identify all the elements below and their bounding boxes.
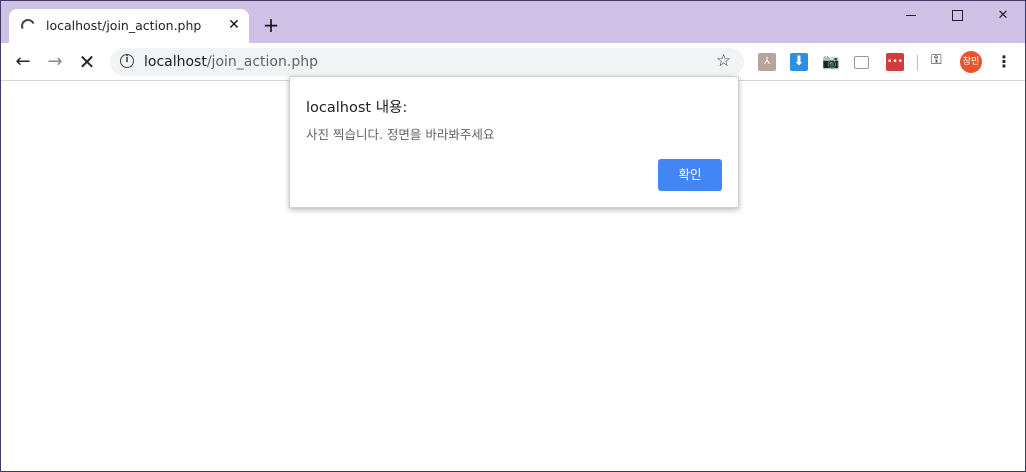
url-path: /join_action.php xyxy=(206,54,318,70)
ok-button[interactable]: 확인 xyxy=(658,159,722,191)
password-key-icon[interactable]: ⚿ xyxy=(931,52,942,68)
pdf-extension-icon[interactable]: ⅄ xyxy=(758,53,776,71)
loading-spinner-icon xyxy=(19,17,37,35)
bookmark-star-icon[interactable]: ☆ xyxy=(716,51,731,71)
forward-button[interactable]: → xyxy=(42,49,68,75)
maximize-button[interactable] xyxy=(934,5,980,27)
address-bar[interactable]: i localhost/join_action.php ☆ xyxy=(110,48,744,76)
tab-title: localhost/join_action.php xyxy=(46,18,202,33)
minimize-icon xyxy=(906,15,916,16)
maximize-icon xyxy=(951,10,963,21)
dialog-title: localhost 내용: xyxy=(306,100,408,116)
download-extension-icon[interactable]: ⬇ xyxy=(790,53,808,71)
red-extension-icon[interactable]: ••• xyxy=(886,53,904,71)
browser-menu-icon[interactable]: ⋮ xyxy=(996,51,1012,73)
tab-strip: localhost/join_action.php ✕ + ✕ xyxy=(1,1,1025,43)
window-close-button[interactable]: ✕ xyxy=(980,5,1025,27)
url-host: localhost xyxy=(144,54,207,70)
alert-dialog: localhost 내용: 사진 찍습니다. 정면을 바라봐주세요 확인 xyxy=(289,76,739,208)
new-tab-button[interactable]: + xyxy=(261,15,281,35)
back-button[interactable]: ← xyxy=(10,49,36,75)
minimize-button[interactable] xyxy=(888,5,934,27)
tab-close-icon[interactable]: ✕ xyxy=(225,16,243,34)
site-info-icon[interactable]: i xyxy=(120,54,134,68)
dialog-message: 사진 찍습니다. 정면을 바라봐주세요 xyxy=(306,127,495,142)
url-text[interactable]: localhost/join_action.php xyxy=(144,54,318,70)
camera-extension-icon[interactable]: 📷 xyxy=(822,53,840,71)
stop-loading-button[interactable]: ✕ xyxy=(74,49,100,75)
toolbar-separator xyxy=(917,55,918,71)
profile-avatar[interactable]: 창민 xyxy=(960,51,982,73)
browser-window: localhost/join_action.php ✕ + ✕ ← → ✕ i … xyxy=(0,0,1026,472)
active-tab[interactable]: localhost/join_action.php ✕ xyxy=(9,9,249,43)
cast-extension-icon[interactable] xyxy=(854,56,869,69)
